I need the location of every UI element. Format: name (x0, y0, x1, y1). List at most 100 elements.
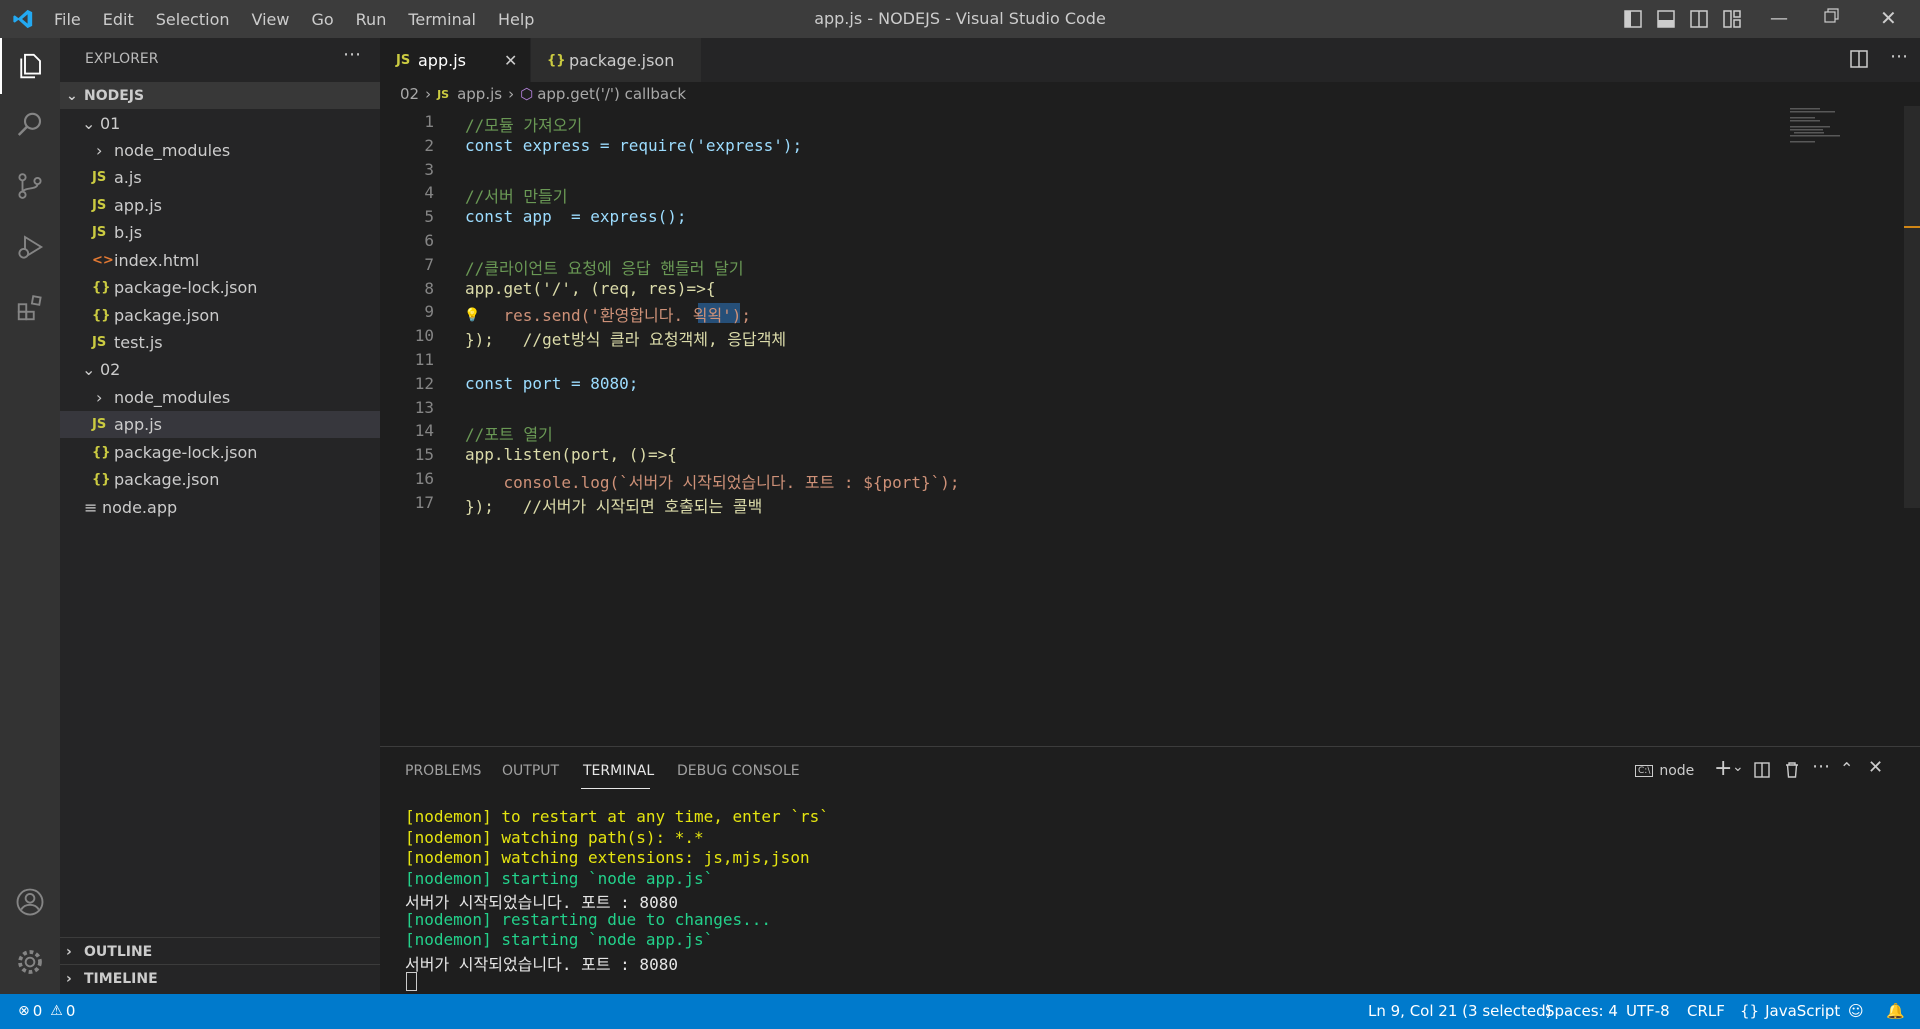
explorer-sidebar: EXPLORER ⋯ ⌄ NODEJS ⌄ 01 › node_modules … (60, 38, 380, 994)
terminal-selector[interactable]: C:\ node (1635, 759, 1694, 783)
menu-run[interactable]: Run (356, 10, 387, 29)
breadcrumb-file[interactable]: app.js (457, 85, 502, 103)
folder-node-modules[interactable]: › node_modules (60, 137, 380, 164)
file-label: test.js (114, 333, 163, 352)
code-line: //포트 열기 (465, 425, 553, 445)
end-of-line[interactable]: CRLF (1687, 994, 1725, 1029)
tab-debug-console[interactable]: DEBUG CONSOLE (677, 763, 800, 779)
source-control-icon[interactable] (0, 158, 60, 214)
feedback-icon[interactable]: ☺ (1848, 994, 1864, 1029)
notifications-bell-icon[interactable]: 🔔 (1886, 994, 1905, 1029)
line-number: 3 (424, 159, 434, 179)
file-app-js-selected[interactable]: JS app.js (60, 411, 380, 438)
trash-icon[interactable] (1784, 761, 1800, 783)
code-editor[interactable]: 💡 1//모듈 가져오기 2 const express = require('ex… (380, 106, 1920, 746)
menu-file[interactable]: File (54, 10, 81, 29)
file-package-lock-json[interactable]: {} package-lock.json (60, 274, 380, 301)
line-number: 10 (414, 326, 434, 346)
minimize-icon[interactable]: — (1770, 8, 1788, 29)
menu-selection[interactable]: Selection (156, 10, 230, 29)
folder-02[interactable]: ⌄ 02 (60, 356, 380, 383)
file-index-html[interactable]: <> index.html (60, 247, 380, 274)
menu-view[interactable]: View (252, 10, 290, 29)
maximize-panel-icon[interactable]: ⌃ (1840, 759, 1853, 778)
tab-output[interactable]: OUTPUT (502, 763, 559, 779)
file-label: a.js (114, 168, 142, 187)
code-line: res.send('환영합니다. 왹왹'); (465, 306, 752, 326)
more-actions-icon[interactable]: ⋯ (343, 44, 361, 65)
toggle-sidebar-icon[interactable] (1624, 10, 1642, 32)
minimap[interactable] (1790, 108, 1860, 148)
explorer-icon[interactable] (0, 38, 60, 94)
file-a-js[interactable]: JS a.js (60, 164, 380, 191)
restore-icon[interactable] (1824, 8, 1840, 28)
file-b-js[interactable]: JS b.js (60, 219, 380, 246)
breadcrumb-symbol[interactable]: app.get('/') callback (537, 85, 686, 103)
menu-help[interactable]: Help (498, 10, 534, 29)
terminal-cursor (406, 972, 417, 991)
code-line: }); //서버가 시작되면 호출되는 콜백 (465, 496, 763, 516)
timeline-label: TIMELINE (84, 970, 158, 987)
split-editor-icon[interactable] (1850, 50, 1868, 72)
outline-section[interactable]: › OUTLINE (60, 937, 380, 965)
file-node-app[interactable]: ≡ node.app (60, 494, 380, 521)
accounts-icon[interactable] (0, 874, 60, 930)
code-line: console.log(`서버가 시작되었습니다. 포트 : ${port}`)… (465, 473, 960, 492)
more-actions-icon[interactable]: ⋯ (1812, 756, 1830, 777)
menu-terminal[interactable]: Terminal (408, 10, 476, 29)
file-package-json[interactable]: {} package.json (60, 302, 380, 329)
customize-layout-icon[interactable] (1723, 10, 1741, 32)
tab-label: package.json (569, 50, 675, 70)
editor-scrollbar[interactable] (1904, 106, 1920, 508)
close-panel-icon[interactable]: ✕ (1868, 757, 1883, 778)
new-terminal-icon[interactable]: + (1714, 756, 1732, 781)
timeline-section[interactable]: › TIMELINE (60, 964, 380, 992)
problems-status[interactable]: ⊗ 0 ⚠ 0 (18, 994, 75, 1029)
menu-edit[interactable]: Edit (103, 10, 134, 29)
chevron-right-icon: › (425, 85, 432, 103)
tab-problems[interactable]: PROBLEMS (405, 763, 481, 779)
terminal-line: [nodemon] to restart at any time, enter … (405, 807, 829, 826)
file-package-json[interactable]: {} package.json (60, 466, 380, 493)
search-icon[interactable] (0, 97, 60, 153)
line-number: 5 (424, 207, 434, 227)
chevron-down-icon[interactable]: ⌄ (1732, 759, 1744, 775)
terminal-line: 서버가 시작되었습니다. 포트 : 8080 (405, 954, 678, 974)
json-file-icon: {} (92, 445, 111, 460)
toggle-panel-icon[interactable] (1657, 10, 1675, 32)
breadcrumb-folder[interactable]: 02 (400, 85, 419, 103)
menu-go[interactable]: Go (311, 10, 333, 29)
file-package-lock-json[interactable]: {} package-lock.json (60, 439, 380, 466)
folder-01[interactable]: ⌄ 01 (60, 110, 380, 137)
code-line: app.get('/', (req, res)=>{ (465, 278, 716, 298)
workspace-root-header[interactable]: ⌄ NODEJS (60, 82, 380, 109)
folder-node-modules[interactable]: › node_modules (60, 384, 380, 411)
tab-terminal[interactable]: TERMINAL (583, 763, 654, 779)
split-terminal-icon[interactable] (1754, 762, 1770, 782)
indentation[interactable]: Spaces: 4 (1545, 994, 1618, 1029)
close-window-icon[interactable]: ✕ (1880, 6, 1897, 30)
status-bar: ⊗ 0 ⚠ 0 Ln 9, Col 21 (3 selected) Spaces… (0, 994, 1920, 1029)
settings-gear-icon[interactable] (0, 934, 60, 990)
extensions-icon[interactable] (0, 280, 60, 336)
file-test-js[interactable]: JS test.js (60, 329, 380, 356)
breadcrumb: 02 › JS app.js › ⬡ app.get('/') callback (380, 82, 686, 106)
close-tab-icon[interactable]: ✕ (504, 51, 517, 70)
cursor-position[interactable]: Ln 9, Col 21 (3 selected) (1368, 994, 1552, 1029)
tab-app-js[interactable]: JS app.js ✕ (380, 38, 530, 82)
encoding[interactable]: UTF-8 (1626, 994, 1670, 1029)
json-file-icon: {} (92, 280, 111, 295)
line-number: 14 (414, 421, 434, 441)
toggle-secondary-sidebar-icon[interactable] (1690, 10, 1708, 32)
line-number: 16 (414, 469, 434, 488)
run-debug-icon[interactable] (0, 219, 60, 275)
file-label: b.js (114, 223, 143, 242)
js-file-icon: JS (92, 225, 107, 240)
tab-package-json[interactable]: {} package.json (531, 38, 701, 82)
language-mode[interactable]: {} JavaScript (1740, 994, 1840, 1029)
html-file-icon: <> (92, 253, 114, 268)
code-line: //서버 만들기 (465, 187, 568, 207)
file-app-js[interactable]: JS app.js (60, 192, 380, 219)
chevron-down-icon: ⌄ (82, 360, 96, 379)
more-actions-icon[interactable]: ⋯ (1890, 46, 1908, 67)
